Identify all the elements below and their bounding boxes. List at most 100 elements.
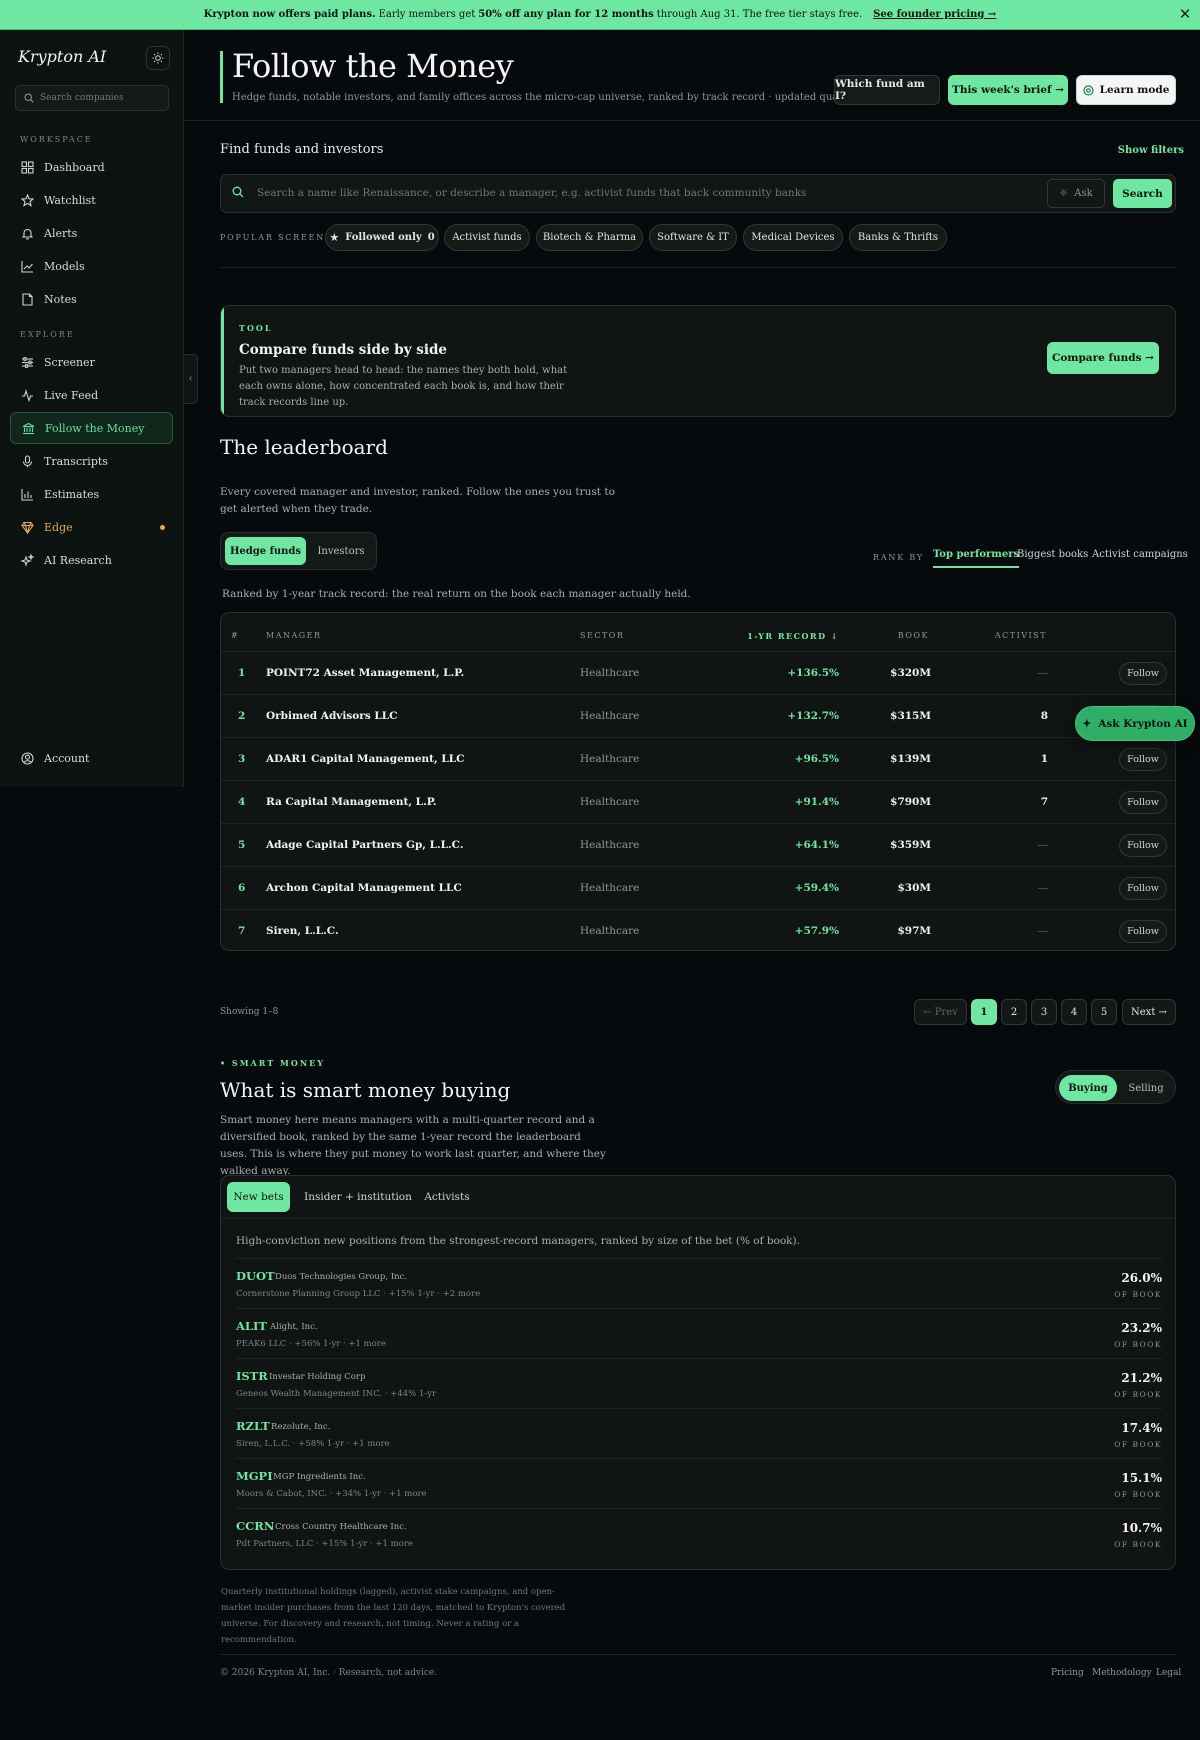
list-item[interactable]: ISTR Investar Holding Corp Geneos Wealth M… <box>236 1358 1162 1408</box>
sidebar-item-label: Transcripts <box>44 454 108 468</box>
manager-cell[interactable]: Archon Capital Management LLC <box>266 882 462 894</box>
screen-pill-software[interactable]: Software & IT <box>649 224 737 251</box>
sidebar-item-transcripts[interactable]: Transcripts <box>10 445 173 477</box>
screen-pill-medical-devices[interactable]: Medical Devices <box>743 224 843 251</box>
fund-search-input[interactable] <box>257 187 957 199</box>
rank-tab-top-performers[interactable]: Top performers <box>933 549 1020 568</box>
logo[interactable]: Krypton AI <box>18 47 106 66</box>
list-item[interactable]: CCRN Cross Country Healthcare Inc. Pdt Par… <box>236 1508 1162 1558</box>
sidebar-item-live-feed[interactable]: Live Feed <box>10 379 173 411</box>
ticker[interactable]: CCRN <box>236 1519 274 1533</box>
tab-activists[interactable]: Activists <box>424 1182 470 1212</box>
ask-krypton-ai-button[interactable]: ✦ Ask Krypton AI <box>1075 706 1195 741</box>
sidebar-item-follow-the-money[interactable]: Follow the Money <box>10 412 173 444</box>
weekly-brief-button[interactable]: This week's brief → <box>948 75 1068 105</box>
footer-link-methodology[interactable]: Methodology <box>1092 1668 1152 1678</box>
column-header-activist[interactable]: ACTIVIST <box>995 631 1047 640</box>
next-page-button[interactable]: Next → <box>1122 999 1176 1025</box>
investors-tab[interactable]: Investors <box>309 537 373 565</box>
prev-page-button[interactable]: ← Prev <box>914 999 967 1025</box>
manager-cell[interactable]: Siren, L.L.C. <box>266 925 339 937</box>
sidebar-search-input[interactable] <box>40 93 160 103</box>
search-button[interactable]: Search <box>1113 179 1172 208</box>
page-title: Follow the Money <box>232 47 514 85</box>
table-row[interactable]: 4 Ra Capital Management, L.P. Healthcare +9… <box>221 780 1175 823</box>
list-item[interactable]: RZLT Rezolute, Inc. Siren, L.L.C. · +58% 1… <box>236 1408 1162 1458</box>
follow-button[interactable]: Follow <box>1119 791 1167 814</box>
table-row[interactable]: 1 POINT72 Asset Management, L.P. Healthcar… <box>221 651 1175 694</box>
manager-cell[interactable]: Adage Capital Partners Gp, L.L.C. <box>266 839 464 851</box>
rank-tab-biggest-books[interactable]: Biggest books <box>1017 549 1088 560</box>
screen-pill-banks[interactable]: Banks & Thrifts <box>849 224 947 251</box>
which-fund-button[interactable]: Which fund am I? <box>834 75 940 105</box>
company-name: Rezolute, Inc. <box>271 1422 331 1432</box>
table-row[interactable]: 7 Siren, L.L.C. Healthcare +57.9% $97M — Follo… <box>221 909 1175 950</box>
followed-only-pill[interactable]: ★ Followed only 0 <box>325 224 439 251</box>
show-filters-link[interactable]: Show filters <box>1118 145 1184 156</box>
close-icon[interactable]: ✕ <box>1178 7 1192 22</box>
page-3-button[interactable]: 3 <box>1031 999 1057 1025</box>
hedge-funds-tab[interactable]: Hedge funds <box>225 537 306 565</box>
buying-tab[interactable]: Buying <box>1059 1075 1117 1101</box>
column-header-record[interactable]: 1-YR RECORD ↓ <box>747 631 839 641</box>
manager-cell[interactable]: POINT72 Asset Management, L.P. <box>266 667 464 679</box>
ticker[interactable]: DUOT <box>236 1269 275 1283</box>
sidebar-item-edge[interactable]: Edge <box>10 511 173 543</box>
follow-button[interactable]: Follow <box>1119 877 1167 900</box>
search-icon <box>24 93 34 103</box>
sidebar-item-alerts[interactable]: Alerts <box>10 217 173 249</box>
tab-insider-institution[interactable]: Insider + institution <box>296 1182 420 1212</box>
title-accent-bar <box>220 51 223 103</box>
ticker[interactable]: RZLT <box>236 1419 270 1433</box>
footer-link-pricing[interactable]: Pricing <box>1051 1668 1084 1678</box>
activity-icon <box>20 388 34 402</box>
column-header-book[interactable]: BOOK <box>898 631 929 640</box>
table-row[interactable]: 6 Archon Capital Management LLC Healthcare… <box>221 866 1175 909</box>
list-item[interactable]: MGPI MGP Ingredients Inc. Moors & Cabot, I… <box>236 1458 1162 1508</box>
selling-tab[interactable]: Selling <box>1118 1075 1174 1101</box>
announcement-banner: Krypton now offers paid plans. Early mem… <box>0 0 1200 30</box>
learn-mode-button[interactable]: Learn mode <box>1076 75 1176 105</box>
sidebar-item-notes[interactable]: Notes <box>10 283 173 315</box>
sidebar-search[interactable] <box>15 85 169 111</box>
sidebar-item-screener[interactable]: Screener <box>10 346 173 378</box>
ticker[interactable]: MGPI <box>236 1469 273 1483</box>
founder-pricing-link[interactable]: See founder pricing → <box>873 9 996 20</box>
ticker[interactable]: ALIT <box>236 1319 267 1333</box>
screen-pill-biotech[interactable]: Biotech & Pharma <box>536 224 643 251</box>
follow-button[interactable]: Follow <box>1119 748 1167 771</box>
page-2-button[interactable]: 2 <box>1001 999 1027 1025</box>
page-5-button[interactable]: 5 <box>1091 999 1117 1025</box>
follow-button[interactable]: Follow <box>1119 834 1167 857</box>
sidebar-item-dashboard[interactable]: Dashboard <box>10 151 173 183</box>
rank-cell: 7 <box>238 925 246 937</box>
manager-cell[interactable]: Orbimed Advisors LLC <box>266 710 398 722</box>
tool-title: Compare funds side by side <box>239 342 447 358</box>
sidebar-item-estimates[interactable]: Estimates <box>10 478 173 510</box>
footer-link-legal[interactable]: Legal <box>1156 1668 1181 1678</box>
sidebar-item-account[interactable]: Account <box>10 742 173 774</box>
followed-count: 0 <box>427 232 435 243</box>
ticker[interactable]: ISTR <box>236 1369 268 1383</box>
ask-button[interactable]: ☼ Ask <box>1047 179 1105 208</box>
sidebar-item-watchlist[interactable]: Watchlist <box>10 184 173 216</box>
rank-tab-activist-campaigns[interactable]: Activist campaigns <box>1092 549 1188 560</box>
manager-cell[interactable]: Ra Capital Management, L.P. <box>266 796 437 808</box>
list-item[interactable]: DUOT Duos Technologies Group, Inc. Corners… <box>236 1258 1162 1308</box>
table-row[interactable]: 2 Orbimed Advisors LLC Healthcare +132.7% $3… <box>221 694 1175 737</box>
follow-button[interactable]: Follow <box>1119 920 1167 943</box>
table-row[interactable]: 3 ADAR1 Capital Management, LLC Healthcare… <box>221 737 1175 780</box>
sidebar-item-models[interactable]: Models <box>10 250 173 282</box>
page-1-button[interactable]: 1 <box>971 999 997 1025</box>
list-item[interactable]: ALIT Alight, Inc. PEAK6 LLC · +56% 1-yr · … <box>236 1308 1162 1358</box>
sidebar-item-ai-research[interactable]: AI Research <box>10 544 173 576</box>
tab-new-bets[interactable]: New bets <box>227 1182 290 1212</box>
compare-funds-button[interactable]: Compare funds → <box>1047 342 1159 374</box>
manager-cell[interactable]: ADAR1 Capital Management, LLC <box>266 753 464 765</box>
sidebar-item-label: Live Feed <box>44 388 99 402</box>
table-row[interactable]: 5 Adage Capital Partners Gp, L.L.C. Health… <box>221 823 1175 866</box>
theme-toggle-button[interactable] <box>146 46 170 70</box>
follow-button[interactable]: Follow <box>1119 662 1167 685</box>
page-4-button[interactable]: 4 <box>1061 999 1087 1025</box>
screen-pill-activist[interactable]: Activist funds <box>444 224 530 251</box>
